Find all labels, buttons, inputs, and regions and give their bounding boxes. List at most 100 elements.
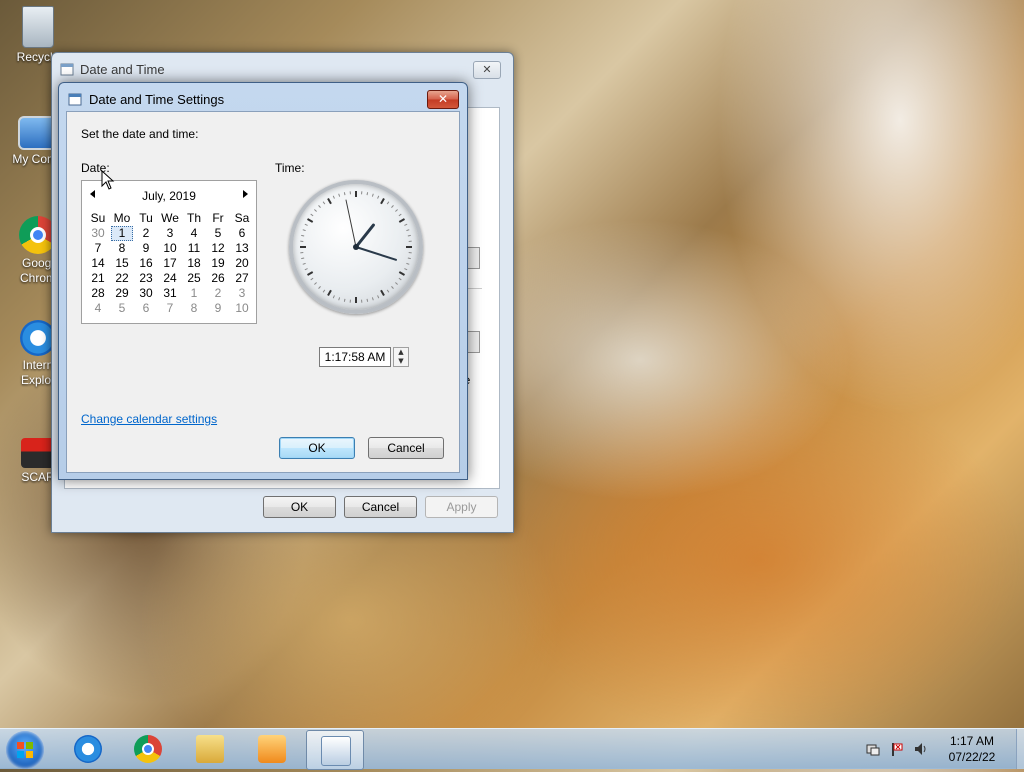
calendar-day[interactable]: 9 [134,241,158,256]
taskbar-app-internet-explorer[interactable] [60,730,116,768]
calendar-day[interactable]: 10 [158,241,182,256]
calendar-day[interactable]: 11 [182,241,206,256]
cancel-button[interactable]: Cancel [368,437,444,459]
dialog-title: Date and Time Settings [89,92,224,107]
time-input[interactable]: 1:17:58 AM [319,347,391,367]
clock-tick [328,199,331,204]
time-spinner[interactable]: ▲ ▼ [393,347,409,367]
taskbar-app-media-player[interactable] [244,730,300,768]
calendar-day[interactable]: 17 [158,256,182,271]
calendar-day[interactable]: 5 [110,301,134,316]
calendar-day[interactable]: 3 [230,286,254,301]
date-time-icon [321,736,351,766]
calendar-day[interactable]: 23 [134,271,158,286]
calendar-day[interactable]: 6 [134,301,158,316]
calendar-day-label: 26 [211,271,224,285]
calendar-day[interactable]: 1 [182,286,206,301]
calendar-day[interactable]: 20 [230,256,254,271]
clock-tick [319,205,321,207]
calendar-day[interactable]: 26 [206,271,230,286]
calendar-day[interactable]: 16 [134,256,158,271]
calendar-day[interactable]: 12 [206,241,230,256]
taskbar-app-date-time[interactable] [306,730,364,770]
taskbar-app-file-explorer[interactable] [182,730,238,768]
second-hand [346,200,356,247]
calendar-day-label: 24 [163,271,176,285]
calendar-day[interactable]: 19 [206,256,230,271]
calendar-day[interactable]: 31 [158,286,182,301]
calendar[interactable]: July, 2019 SuMoTuWeThFrSa 30123456789101… [81,180,257,324]
calendar-day-label: 6 [239,226,246,240]
taskbar-clock[interactable]: 1:17 AM 07/22/22 [936,733,1008,765]
change-calendar-settings-link[interactable]: Change calendar settings [81,412,217,426]
calendar-day-label: 16 [139,256,152,270]
calendar-day[interactable]: 3 [158,226,182,241]
next-month-icon[interactable] [243,190,248,198]
clock-tick [367,192,368,195]
calendar-day[interactable]: 27 [230,271,254,286]
calendar-day-label: 19 [211,256,224,270]
calendar-day[interactable]: 30 [134,286,158,301]
calendar-day-label: 27 [235,271,248,285]
clock-face [293,184,419,310]
spin-up-icon[interactable]: ▲ [394,348,408,357]
calendar-day[interactable]: 4 [182,226,206,241]
calendar-day-label: 17 [163,256,176,270]
calendar-day[interactable]: 10 [230,301,254,316]
start-button[interactable] [6,731,44,769]
calendar-day[interactable]: 7 [86,241,110,256]
show-desktop-button[interactable] [1016,729,1024,769]
clock-tick [333,295,334,298]
calendar-day[interactable]: 7 [158,301,182,316]
taskbar-app-chrome[interactable] [120,730,176,768]
calendar-day-label: 5 [119,301,126,315]
calendar-day[interactable]: 18 [182,256,206,271]
calendar-day-label: 21 [91,271,104,285]
calendar-day[interactable]: 8 [110,241,134,256]
calendar-day-label: 10 [163,241,176,255]
ok-button[interactable]: OK [263,496,336,518]
calendar-day[interactable]: 1 [110,226,134,241]
calendar-day[interactable]: 29 [110,286,134,301]
calendar-day[interactable]: 2 [206,286,230,301]
calendar-day[interactable]: 30 [86,226,110,241]
calendar-day[interactable]: 13 [230,241,254,256]
calendar-day-label: 6 [143,301,150,315]
spin-down-icon[interactable]: ▼ [394,357,408,366]
date-time-icon [68,92,82,106]
action-center-icon[interactable] [866,742,880,756]
calendar-day[interactable]: 8 [182,301,206,316]
calendar-day[interactable]: 5 [206,226,230,241]
chrome-icon [134,735,162,763]
cancel-button[interactable]: Cancel [344,496,417,518]
calendar-day[interactable]: 21 [86,271,110,286]
clock-tick [311,278,313,280]
calendar-day-label: 3 [167,226,174,240]
calendar-day[interactable]: 22 [110,271,134,286]
clock-tick [378,196,379,199]
clock-tick [381,199,384,204]
calendar-day[interactable]: 28 [86,286,110,301]
calendar-day-label: 22 [115,271,128,285]
network-flag-icon[interactable] [890,742,904,756]
calendar-day[interactable]: 24 [158,271,182,286]
close-button[interactable]: ✕ [473,61,501,79]
calendar-grid: SuMoTuWeThFrSa 3012345678910111213141516… [86,211,254,316]
calendar-day[interactable]: 9 [206,301,230,316]
calendar-day[interactable]: 25 [182,271,206,286]
clock-tick [399,278,401,280]
calendar-day[interactable]: 15 [110,256,134,271]
calendar-day[interactable]: 6 [230,226,254,241]
calendar-day[interactable]: 2 [134,226,158,241]
calendar-day[interactable]: 4 [86,301,110,316]
clock-tick [314,282,316,284]
ok-button[interactable]: OK [279,437,355,459]
close-button[interactable]: ✕ [427,90,459,109]
calendar-day[interactable]: 14 [86,256,110,271]
calendar-month-year[interactable]: July, 2019 [82,189,256,203]
apply-button[interactable]: Apply [425,496,498,518]
calendar-day-label: 15 [115,256,128,270]
volume-icon[interactable] [914,742,928,756]
clock-tick [408,258,411,259]
calendar-day-label: 9 [215,301,222,315]
